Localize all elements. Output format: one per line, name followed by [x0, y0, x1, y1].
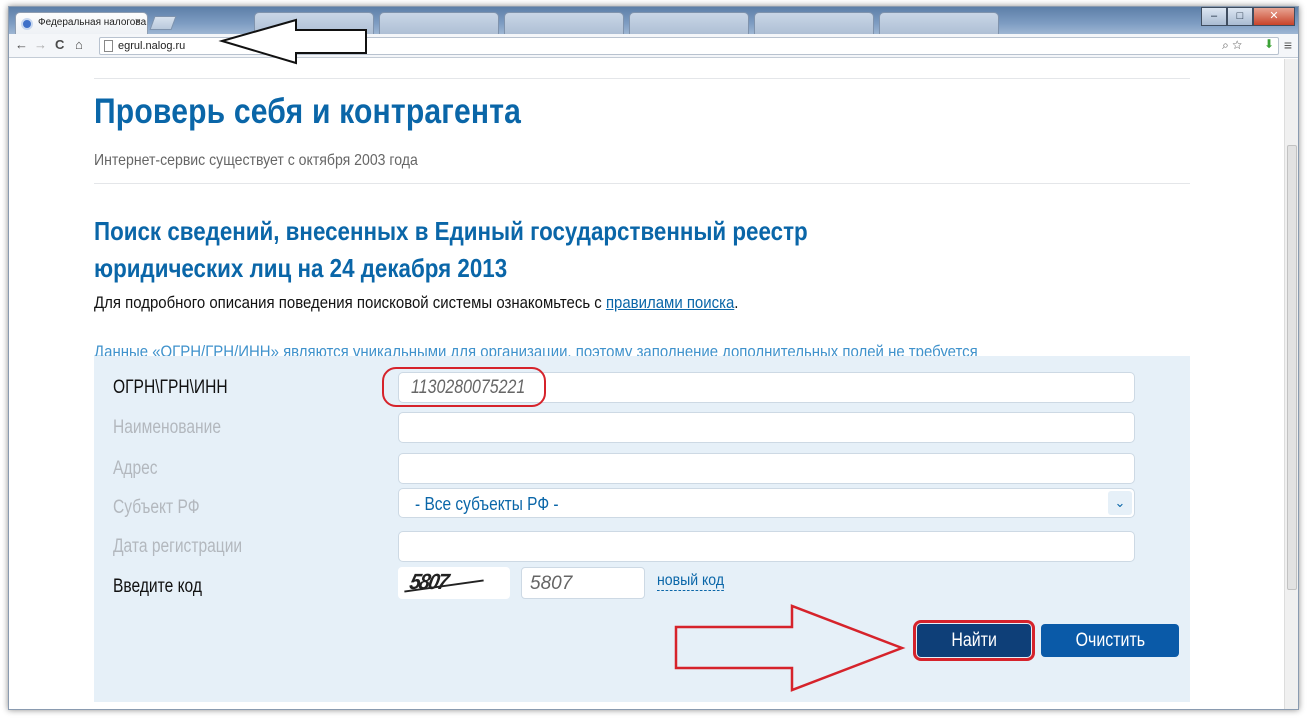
screenshot: Федеральная налогова × – □ ✕ ← → C ⌂ egr [0, 0, 1308, 721]
tab-background[interactable] [754, 12, 874, 34]
tab-label: Федеральная налогова [38, 17, 147, 28]
favicon-icon [21, 18, 33, 30]
tab-active[interactable]: Федеральная налогова × [15, 12, 148, 34]
zoom-icon[interactable]: ⌕ ☆ [1222, 38, 1242, 53]
regdate-label: Дата регистрации [113, 536, 243, 557]
annotation-highlight-ring [382, 367, 546, 407]
back-icon[interactable]: ← [15, 37, 28, 52]
new-tab-button[interactable] [149, 16, 177, 30]
browser-toolbar: ← → C ⌂ egrul.nalog.ru ⌕ ☆ ⬇ ≡ [9, 34, 1298, 58]
minimize-icon[interactable]: – [1201, 7, 1227, 26]
star-icon[interactable]: ☆ [1232, 38, 1242, 52]
description: Для подробного описания поведения поиско… [94, 293, 739, 312]
menu-icon[interactable]: ≡ [1284, 37, 1292, 53]
extension-icon[interactable]: ⬇ [1264, 37, 1274, 51]
close-window-icon[interactable]: ✕ [1253, 7, 1295, 26]
close-tab-icon[interactable]: × [135, 16, 141, 28]
tab-background[interactable] [879, 12, 999, 34]
clear-button[interactable]: Очистить [1041, 624, 1179, 657]
reload-icon[interactable]: C [55, 37, 64, 52]
tab-background[interactable] [504, 12, 624, 34]
section-title-line2: юридических лиц на 24 декабря 2013 [94, 253, 508, 283]
search-rules-link[interactable]: правилами поиска [606, 293, 734, 312]
address-label: Адрес [113, 458, 158, 479]
code-input[interactable]: 5807 [521, 567, 645, 599]
region-select-value: - Все субъекты РФ - [415, 494, 559, 514]
ogrn-label: ОГРН\ГРН\ИНН [113, 377, 228, 398]
address-text: egrul.nalog.ru [118, 40, 186, 52]
divider [94, 78, 1190, 79]
tab-background[interactable] [379, 12, 499, 34]
window-controls: – □ ✕ [1201, 7, 1295, 27]
page-subtitle: Интернет-сервис существует с октября 200… [94, 152, 418, 169]
address-input[interactable] [398, 453, 1135, 484]
region-select[interactable]: - Все субъекты РФ - ⌄ [398, 488, 1135, 518]
divider [94, 183, 1190, 184]
captcha-image: 5807 [398, 567, 510, 599]
section-title-line1: Поиск сведений, внесенных в Единый госуд… [94, 216, 808, 246]
name-input[interactable] [398, 412, 1135, 443]
tab-background[interactable] [629, 12, 749, 34]
name-label: Наименование [113, 417, 222, 438]
page-title: Проверь себя и контрагента [94, 92, 522, 131]
home-icon[interactable]: ⌂ [75, 37, 83, 52]
region-label: Субъект РФ [113, 497, 200, 518]
chevron-down-icon[interactable]: ⌄ [1108, 491, 1132, 515]
page-icon [104, 40, 113, 52]
scrollbar-thumb[interactable] [1287, 145, 1297, 590]
new-code-link[interactable]: новый код [657, 572, 725, 591]
code-label: Введите код [113, 576, 202, 597]
regdate-input[interactable] [398, 531, 1135, 562]
forward-icon[interactable]: → [34, 37, 47, 52]
find-button[interactable]: Найти [913, 620, 1035, 661]
tab-background[interactable] [254, 12, 374, 34]
tab-strip: Федеральная налогова × – □ ✕ [9, 7, 1298, 34]
vertical-scrollbar[interactable] [1284, 59, 1298, 709]
address-bar[interactable]: egrul.nalog.ru ⌕ ☆ [99, 37, 1279, 55]
maximize-icon[interactable]: □ [1227, 7, 1253, 26]
